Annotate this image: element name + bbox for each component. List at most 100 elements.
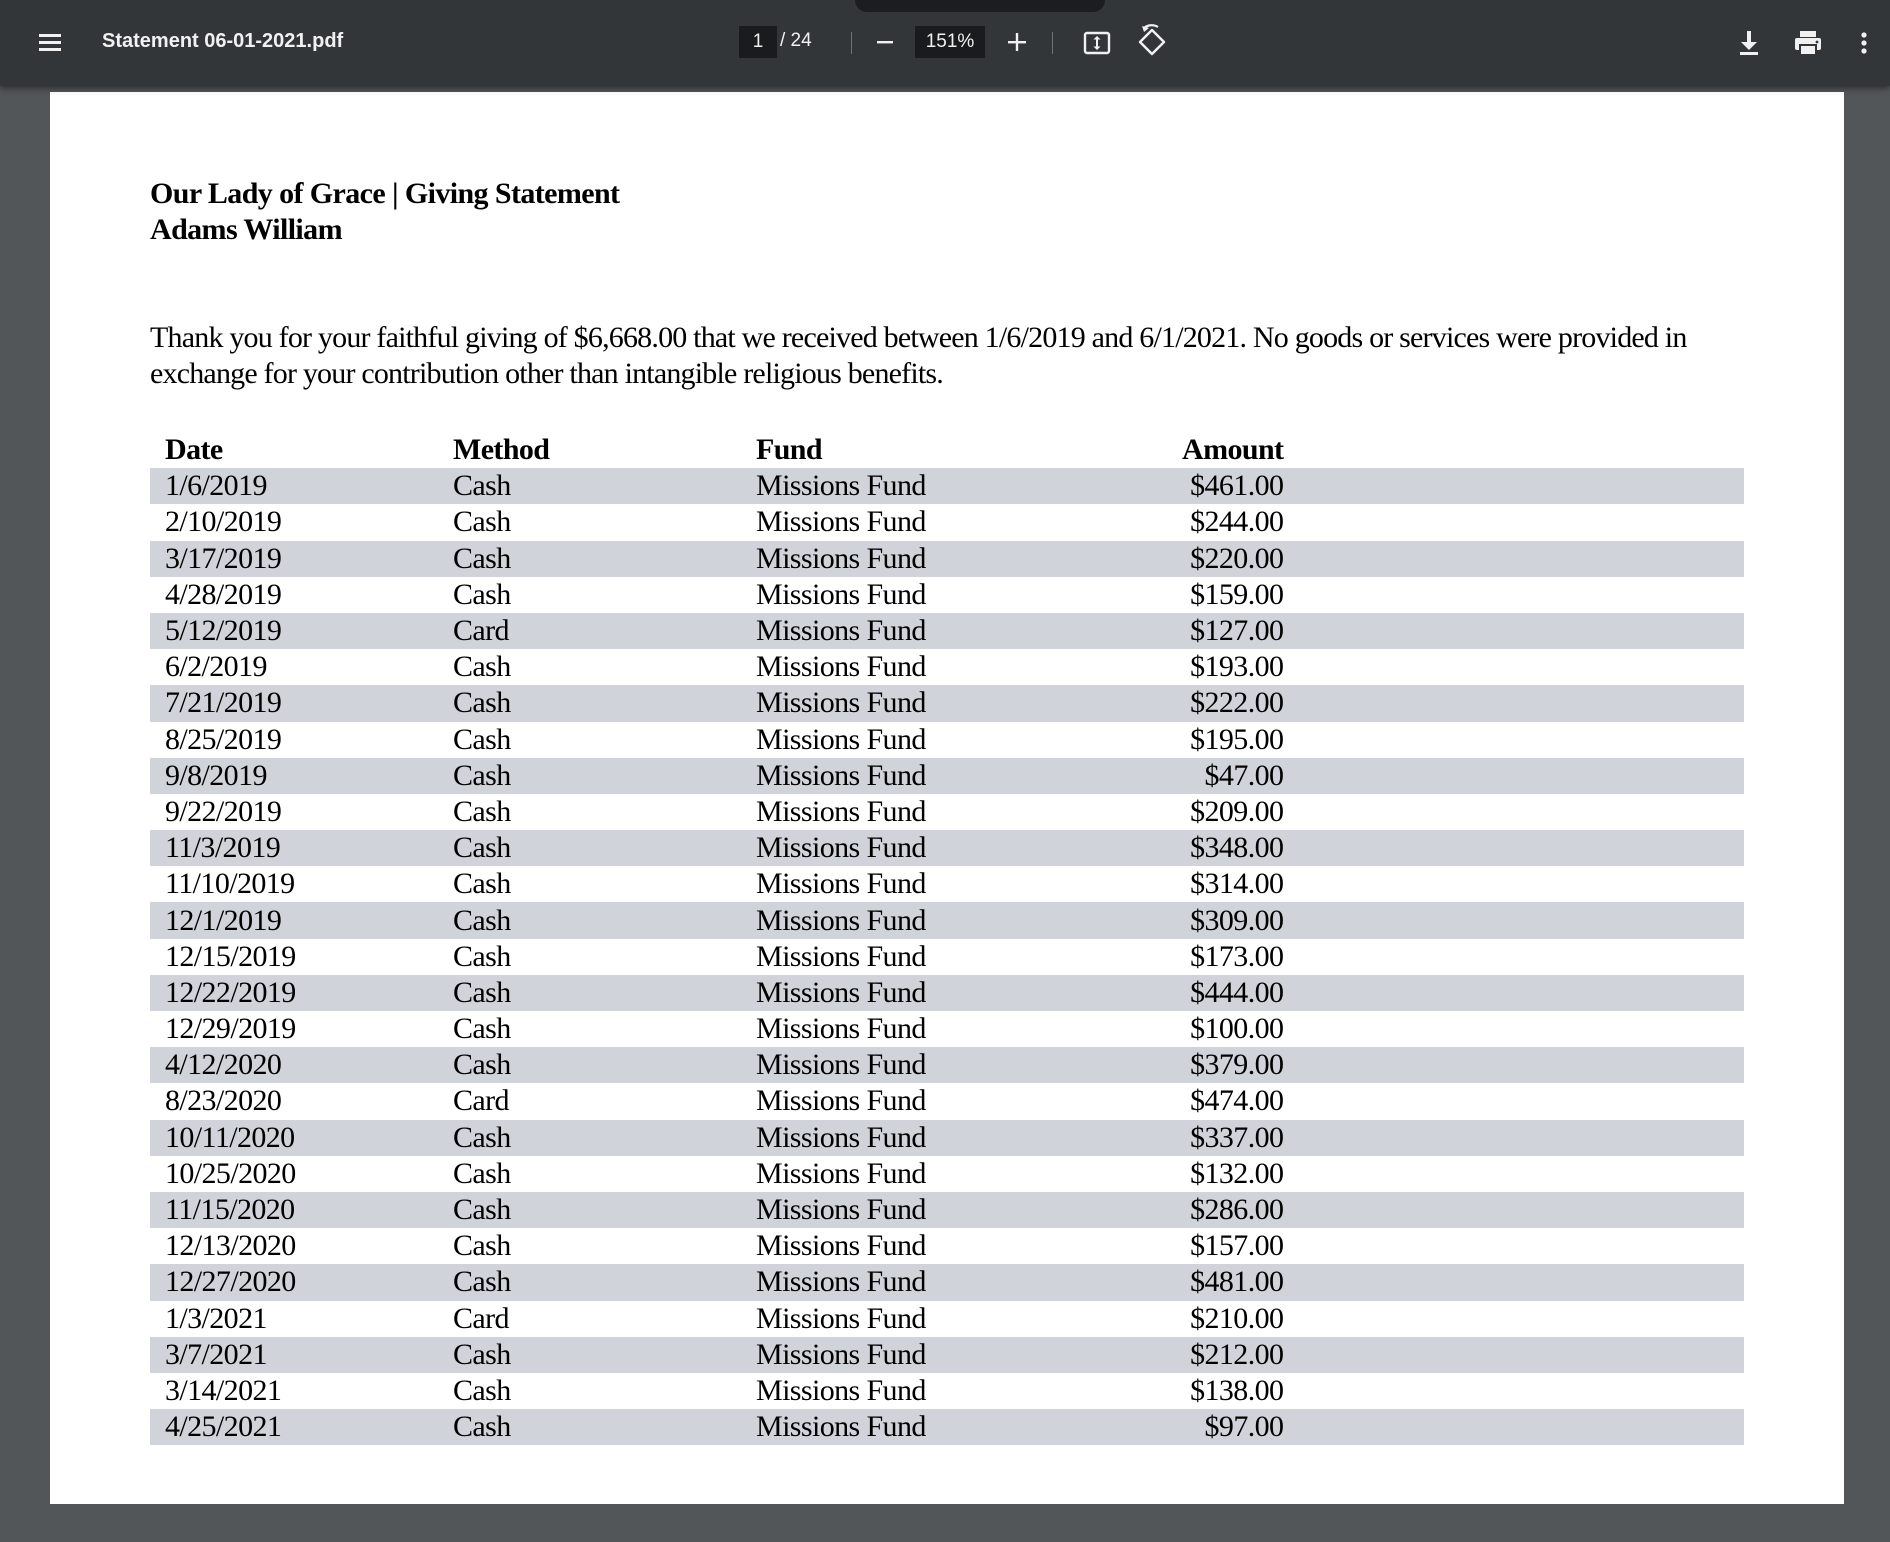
table-row: 2/10/2019 Cash Missions Fund $244.00: [150, 504, 1744, 540]
amount-cell: $244.00: [1190, 505, 1284, 539]
row-spacer: [1283, 1156, 1744, 1192]
fund-cell: Missions Fund: [756, 902, 1182, 939]
plus-icon: [1008, 33, 1026, 51]
giving-table: Date Method Fund Amount 1/6/2019 Cash Miss…: [150, 432, 1744, 1446]
row-spacer: [1283, 685, 1744, 722]
row-spacer: [1283, 1301, 1744, 1337]
download-button[interactable]: [1732, 26, 1766, 60]
fund-cell: Missions Fund: [756, 974, 1182, 1011]
row-spacer: [1283, 902, 1744, 939]
fund-cell: Missions Fund: [756, 1084, 926, 1118]
table-row: 12/29/2019 Cash Missions Fund $100.00: [150, 1011, 1744, 1047]
amount-cell: $348.00: [1182, 830, 1284, 867]
date-cell: 12/27/2020: [150, 1264, 453, 1301]
date-cell: 10/25/2020: [165, 1156, 296, 1190]
zoom-out-button[interactable]: [870, 26, 902, 58]
table-row: 1/3/2021 Card Missions Fund $210.00: [150, 1301, 1744, 1337]
row-spacer: [1283, 1373, 1744, 1409]
date-cell: 8/23/2020: [165, 1084, 282, 1118]
table-body: 1/6/2019 Cash Missions Fund $461.00 2/10/201…: [150, 468, 1744, 1446]
column-spacer: [1283, 432, 1744, 468]
zoom-in-button[interactable]: [1002, 26, 1034, 58]
row-spacer: [1283, 504, 1744, 540]
fit-to-page-button[interactable]: [1080, 26, 1114, 60]
fund-cell: Missions Fund: [756, 1119, 1182, 1156]
date-cell: 6/2/2019: [165, 650, 267, 684]
date-cell: 12/29/2019: [165, 1012, 296, 1046]
method-cell: Cash: [453, 1336, 756, 1373]
table-row: 3/14/2021 Cash Missions Fund $138.00: [150, 1373, 1744, 1409]
pdf-page: Our Lady of Grace | Giving Statement Ada…: [50, 92, 1844, 1504]
amount-cell: $209.00: [1190, 794, 1284, 828]
fit-to-page-icon: [1083, 31, 1111, 55]
table-row: 9/22/2019 Cash Missions Fund $209.00: [150, 794, 1744, 830]
fund-cell: Missions Fund: [756, 540, 1182, 577]
amount-cell: $157.00: [1190, 1229, 1284, 1263]
date-cell: 4/12/2020: [150, 1047, 453, 1084]
page-number-input[interactable]: 1: [739, 26, 777, 58]
date-cell: 3/14/2021: [165, 1373, 282, 1407]
fund-cell: Missions Fund: [756, 830, 1182, 867]
fund-cell: Missions Fund: [756, 867, 926, 901]
row-spacer: [1283, 1083, 1744, 1119]
row-spacer: [1283, 866, 1744, 902]
rotate-icon: [1138, 24, 1166, 56]
method-cell: Cash: [453, 1156, 511, 1190]
method-cell: Card: [453, 612, 756, 650]
row-spacer: [1283, 1228, 1744, 1264]
table-row: 4/25/2021 Cash Missions Fund $97.00: [150, 1409, 1744, 1446]
method-cell: Cash: [453, 830, 756, 867]
fund-cell: Missions Fund: [756, 722, 926, 756]
method-cell: Cash: [453, 468, 756, 505]
row-spacer: [1283, 939, 1744, 975]
column-header-date: Date: [165, 433, 223, 467]
fund-cell: Missions Fund: [756, 1047, 1182, 1084]
row-spacer: [1283, 722, 1744, 758]
amount-cell: $210.00: [1190, 1301, 1284, 1335]
rotate-button[interactable]: [1134, 24, 1170, 60]
table-row: 12/13/2020 Cash Missions Fund $157.00: [150, 1228, 1744, 1264]
more-options-button[interactable]: [1854, 26, 1874, 60]
row-spacer: [1283, 830, 1744, 867]
date-cell: 4/28/2019: [165, 577, 282, 611]
amount-cell: $444.00: [1182, 974, 1284, 1011]
fund-cell: Missions Fund: [756, 650, 926, 684]
print-button[interactable]: [1790, 26, 1826, 60]
date-cell: 3/17/2019: [150, 540, 453, 577]
fund-cell: Missions Fund: [756, 577, 926, 611]
method-cell: Cash: [453, 1012, 511, 1046]
zoom-level-input[interactable]: 151%: [915, 26, 985, 58]
fund-cell: Missions Fund: [756, 1264, 1182, 1301]
date-cell: 1/3/2021: [165, 1301, 267, 1335]
date-cell: 10/11/2020: [150, 1119, 453, 1156]
row-spacer: [1283, 540, 1744, 577]
table-row: 6/2/2019 Cash Missions Fund $193.00: [150, 649, 1744, 685]
intro-paragraph: Thank you for your faithful giving of $6…: [150, 321, 1687, 390]
row-spacer: [1283, 757, 1744, 794]
method-cell: Cash: [453, 939, 511, 973]
print-icon: [1795, 31, 1821, 56]
fund-cell: Missions Fund: [756, 685, 1182, 722]
table-row: 3/7/2021 Cash Missions Fund $212.00: [150, 1336, 1744, 1373]
amount-cell: $474.00: [1190, 1084, 1284, 1118]
amount-cell: $132.00: [1190, 1156, 1284, 1190]
fund-cell: Missions Fund: [756, 1409, 1182, 1446]
method-cell: Cash: [453, 974, 756, 1011]
amount-cell: $173.00: [1190, 939, 1284, 973]
method-cell: Cash: [453, 1409, 756, 1446]
row-spacer: [1283, 1119, 1744, 1156]
statement-title: Our Lady of Grace | Giving Statement: [150, 177, 620, 210]
method-cell: Cash: [453, 650, 511, 684]
amount-cell: $138.00: [1190, 1373, 1284, 1407]
date-cell: 2/10/2019: [165, 505, 282, 539]
date-cell: 11/3/2019: [150, 830, 453, 867]
toolbar-divider: [1052, 32, 1053, 54]
amount-cell: $97.00: [1182, 1409, 1284, 1446]
fund-cell: Missions Fund: [756, 1301, 926, 1335]
method-cell: Card: [453, 1084, 510, 1118]
fund-cell: Missions Fund: [756, 468, 1182, 505]
row-spacer: [1283, 577, 1744, 613]
method-cell: Cash: [453, 722, 511, 756]
hamburger-menu-icon[interactable]: [36, 28, 66, 58]
method-cell: Cash: [453, 1229, 511, 1263]
